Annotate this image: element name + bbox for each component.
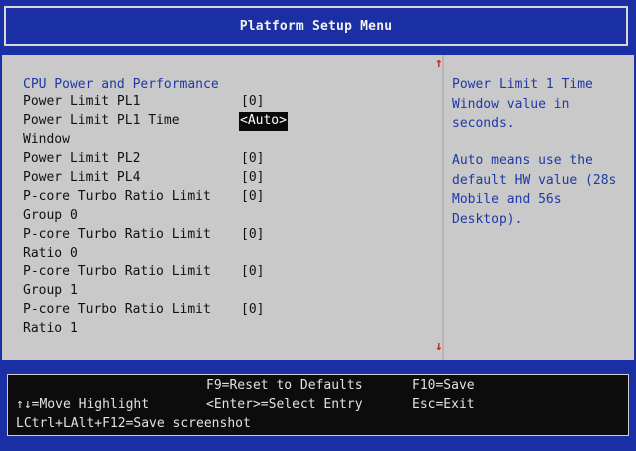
help-text-paragraph-1: Power Limit 1 Time Window value in secon… [452,77,593,131]
key-hint-move-highlight: ↑↓=Move Highlight [16,397,150,412]
setting-value-turbo-ratio-0[interactable]: [0] [241,226,264,245]
key-hint-exit: Esc=Exit [412,397,475,412]
setting-label-turbo-group-1: P-core Turbo Ratio Limit Group 1 [23,264,211,298]
key-hint-save: F10=Save [412,378,475,393]
key-hint-reset-defaults: F9=Reset to Defaults [206,378,363,393]
title-bar: Platform Setup Menu [4,6,628,46]
key-hint-select-entry: <Enter>=Select Entry [206,397,363,412]
setting-label-pl2: Power Limit PL2 [23,151,141,166]
setting-value-turbo-ratio-1[interactable]: [0] [241,301,264,320]
setting-value-pl1-time-window[interactable]: <Auto> [239,112,288,131]
scroll-down-arrow-icon[interactable]: ↓ [435,339,443,354]
scroll-up-arrow-icon[interactable]: ↑ [435,56,443,71]
setting-value-turbo-group-1[interactable]: [0] [241,263,264,282]
help-text-paragraph-2: Auto means use the default HW value (28s… [452,153,617,227]
setting-value-pl4[interactable]: [0] [241,169,264,188]
setting-label-pl4: Power Limit PL4 [23,170,141,185]
setting-label-pl1: Power Limit PL1 [23,94,141,109]
key-hint-save-screenshot: LCtrl+LAlt+F12=Save screenshot [16,416,251,431]
setting-value-pl2[interactable]: [0] [241,150,264,169]
setting-label-pl1-time-window: Power Limit PL1 Time Window [23,113,180,147]
menu-title: Platform Setup Menu [239,19,393,34]
setting-label-turbo-ratio-1: P-core Turbo Ratio Limit Ratio 1 [23,302,211,336]
setting-label-turbo-ratio-0: P-core Turbo Ratio Limit Ratio 0 [23,227,211,261]
panel-divider [442,55,444,360]
setting-value-turbo-group-0[interactable]: [0] [241,188,264,207]
section-title: CPU Power and Performance [23,77,219,92]
setting-label-turbo-group-0: P-core Turbo Ratio Limit Group 0 [23,189,211,223]
settings-panel: CPU Power and Performance Power Limit PL… [2,55,634,360]
key-help-footer: F9=Reset to Defaults F10=Save ↑↓=Move Hi… [7,374,629,436]
setting-value-pl1[interactable]: [0] [241,93,264,112]
